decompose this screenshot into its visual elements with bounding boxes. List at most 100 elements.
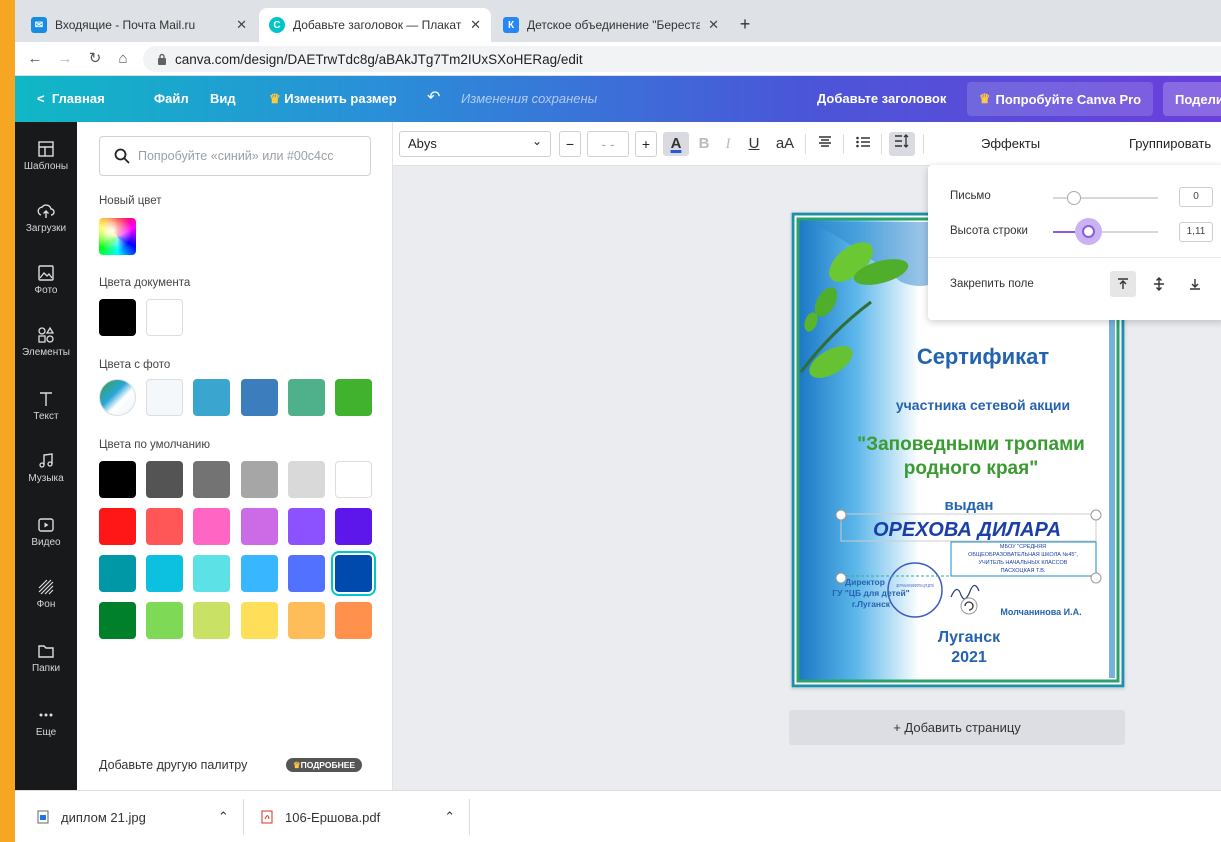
default-color-swatch[interactable]: [335, 555, 372, 592]
default-color-swatch[interactable]: [335, 461, 372, 498]
file-menu[interactable]: Файл: [154, 91, 189, 106]
default-color-swatch[interactable]: [193, 461, 231, 498]
rail-video[interactable]: Видео: [15, 516, 77, 548]
tab-canva[interactable]: C Добавьте заголовок — Плакат ✕: [259, 8, 491, 42]
resize-handle[interactable]: [835, 572, 847, 584]
add-page-button[interactable]: + Добавить страницу: [789, 710, 1125, 745]
default-color-swatch[interactable]: [335, 508, 372, 545]
forward-icon[interactable]: →: [55, 49, 75, 69]
undo-icon[interactable]: ↶: [427, 87, 440, 107]
download-item[interactable]: 106-Ершова.pdf ⌃: [261, 791, 455, 842]
rotate-handle[interactable]: [960, 597, 978, 615]
font-selector[interactable]: Abys ⌄: [399, 131, 551, 157]
bold-button[interactable]: B: [695, 132, 713, 156]
rail-elements[interactable]: Элементы: [15, 326, 77, 358]
back-icon[interactable]: ←: [25, 49, 45, 69]
font-size-input[interactable]: - -: [587, 131, 629, 157]
case-button[interactable]: aA: [771, 132, 799, 156]
default-color-swatch[interactable]: [99, 461, 136, 498]
line-height-knob[interactable]: [1074, 218, 1102, 245]
spacing-button[interactable]: [889, 132, 915, 156]
default-color-swatch[interactable]: [193, 602, 231, 639]
letter-spacing-knob[interactable]: [1067, 191, 1081, 205]
default-color-swatch[interactable]: [146, 461, 184, 498]
line-height-value[interactable]: 1,11: [1179, 222, 1213, 242]
try-pro-button[interactable]: ♛ Попробуйте Canva Pro: [967, 82, 1153, 116]
rail-templates[interactable]: Шаблоны: [15, 140, 77, 172]
resize-handle[interactable]: [1090, 509, 1102, 521]
line-height-slider[interactable]: [1053, 231, 1158, 233]
rail-more[interactable]: Еще: [15, 706, 77, 738]
more-info-button[interactable]: ♛ПОДРОБНЕЕ: [286, 758, 363, 772]
default-color-swatch[interactable]: [240, 602, 278, 639]
default-color-swatch[interactable]: [240, 508, 278, 545]
default-color-swatch[interactable]: [240, 555, 278, 592]
home-button[interactable]: < Главная: [37, 91, 105, 106]
close-tab-icon[interactable]: ✕: [236, 17, 247, 33]
default-color-swatch[interactable]: [287, 508, 325, 545]
default-color-swatch[interactable]: [146, 508, 184, 545]
default-color-swatch[interactable]: [335, 602, 372, 639]
view-menu[interactable]: Вид: [210, 91, 236, 106]
align-button[interactable]: [813, 132, 837, 156]
default-color-swatch[interactable]: [146, 602, 184, 639]
rail-text[interactable]: Текст: [15, 390, 77, 422]
default-color-swatch[interactable]: [287, 555, 325, 592]
chevron-up-icon[interactable]: ⌃: [218, 809, 229, 825]
rail-music[interactable]: Музыка: [15, 452, 77, 484]
default-color-swatch[interactable]: [99, 555, 136, 592]
default-color-swatch[interactable]: [146, 555, 184, 592]
text-color-button[interactable]: A: [663, 132, 689, 156]
home-icon[interactable]: ⌂: [113, 49, 133, 69]
anchor-middle-button[interactable]: [1146, 271, 1172, 297]
rail-photos[interactable]: Фото: [15, 264, 77, 296]
color-search[interactable]: [99, 136, 371, 176]
photo-color-swatch[interactable]: [193, 379, 231, 416]
photo-thumbnail[interactable]: [99, 379, 136, 416]
download-item[interactable]: диплом 21.jpg ⌃: [37, 791, 229, 842]
group-button[interactable]: Группировать: [1129, 136, 1211, 151]
search-input[interactable]: [138, 149, 358, 163]
divider: [805, 134, 806, 154]
photo-color-swatch[interactable]: [287, 379, 325, 416]
url-field[interactable]: canva.com/design/DAETrwTdc8g/aBAkJTg7Tm2…: [143, 46, 1221, 72]
font-size-increase[interactable]: +: [635, 131, 657, 157]
tab-mail[interactable]: ✉ Входящие - Почта Mail.ru ✕: [21, 8, 257, 42]
reload-icon[interactable]: ↻: [85, 49, 105, 69]
effects-button[interactable]: Эффекты: [981, 136, 1040, 151]
tab-vk[interactable]: К Детское объединение "Береста ✕: [493, 8, 729, 42]
resize-handle[interactable]: [1090, 572, 1102, 584]
rail-background[interactable]: Фон: [15, 578, 77, 610]
chevron-up-icon[interactable]: ⌃: [444, 809, 455, 825]
close-tab-icon[interactable]: ✕: [708, 17, 719, 33]
rail-uploads[interactable]: Загрузки: [15, 202, 77, 234]
anchor-top-button[interactable]: [1110, 271, 1136, 297]
design-title[interactable]: Добавьте заголовок: [817, 91, 946, 106]
underline-button[interactable]: U: [745, 132, 763, 156]
default-color-swatch[interactable]: [99, 602, 136, 639]
cert-school3: УЧИТЕЛЬ НАЧАЛЬНЫХ КЛАССОВ: [979, 560, 1068, 566]
default-color-swatch[interactable]: [193, 555, 231, 592]
photo-color-swatch[interactable]: [240, 379, 278, 416]
default-color-swatch[interactable]: [287, 461, 325, 498]
font-size-decrease[interactable]: −: [559, 131, 581, 157]
photo-color-swatch[interactable]: [146, 379, 184, 416]
new-color-swatch[interactable]: [99, 218, 136, 255]
close-tab-icon[interactable]: ✕: [470, 17, 481, 33]
photo-color-swatch[interactable]: [335, 379, 372, 416]
share-button[interactable]: Поделиться: [1163, 82, 1221, 116]
default-color-swatch[interactable]: [287, 602, 325, 639]
list-button[interactable]: [851, 132, 875, 156]
rail-folders[interactable]: Папки: [15, 642, 77, 674]
resize-button[interactable]: ♛ Изменить размер: [269, 91, 397, 107]
default-color-swatch[interactable]: [240, 461, 278, 498]
new-tab-button[interactable]: +: [733, 12, 757, 36]
doc-color-swatch[interactable]: [146, 299, 184, 336]
letter-spacing-value[interactable]: 0: [1179, 187, 1213, 207]
resize-handle[interactable]: [835, 509, 847, 521]
default-color-swatch[interactable]: [99, 508, 136, 545]
anchor-bottom-button[interactable]: [1182, 271, 1208, 297]
default-color-swatch[interactable]: [193, 508, 231, 545]
italic-button[interactable]: I: [719, 132, 737, 156]
doc-color-swatch[interactable]: [99, 299, 136, 336]
